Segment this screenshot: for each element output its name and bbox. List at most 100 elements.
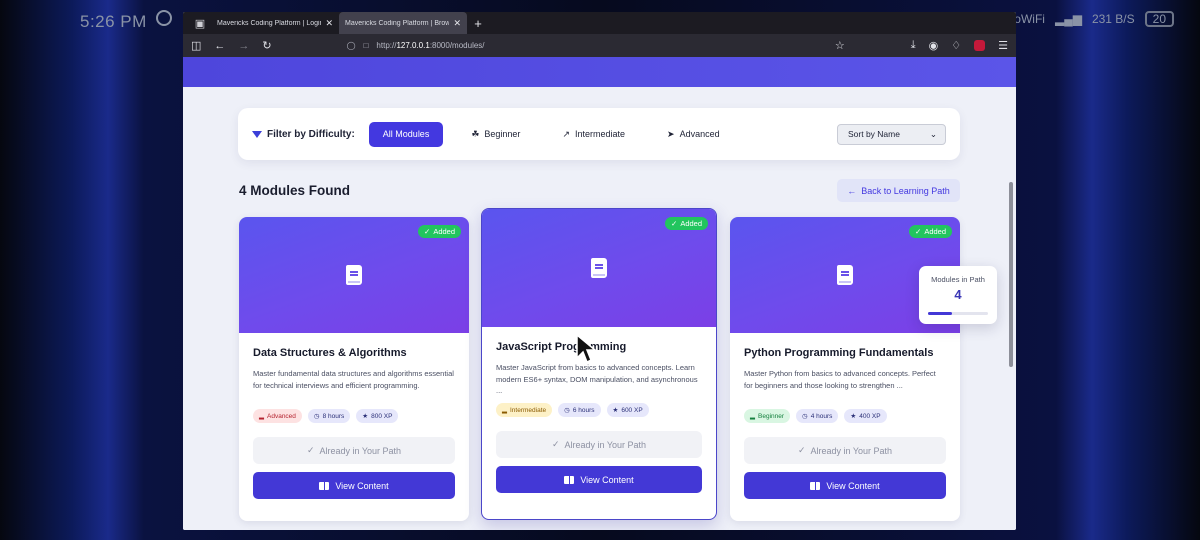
menu-icon[interactable]: ☰ <box>998 39 1008 52</box>
star-icon: ★ <box>612 407 619 414</box>
extensions-icon[interactable]: ♢ <box>951 39 961 52</box>
tag-label: Beginner <box>758 412 785 420</box>
already-in-path-button[interactable]: ✓ Already in Your Path <box>253 437 455 464</box>
tab-browse-modules[interactable]: Mavericks Coding Platform | Browse ✕ <box>339 12 467 34</box>
modules-in-path-widget[interactable]: Modules in Path 4 <box>919 266 997 324</box>
chevron-down-icon: ⌄ <box>929 128 937 139</box>
card-body: JavaScript Programming Master JavaScript… <box>482 327 716 493</box>
url-path: :8000/modules/ <box>429 41 485 50</box>
url-scheme: http:// <box>376 41 397 50</box>
filter-icon <box>252 130 262 138</box>
check-icon: ✓ <box>671 219 678 228</box>
address-bar[interactable]: ◯ □ http://127.0.0.1:8000/modules/ <box>285 41 822 50</box>
module-card-data-structures[interactable]: ✓ Added Data Structures & Algorithms Mast… <box>239 217 469 521</box>
close-icon[interactable]: ✕ <box>325 18 333 29</box>
cta-label: View Content <box>335 480 389 491</box>
filter-intermediate[interactable]: ↗ Intermediate <box>548 122 639 147</box>
rocket-icon: ➤ <box>667 128 675 139</box>
back-to-learning-path-button[interactable]: ← Back to Learning Path <box>837 179 960 202</box>
app-notification-icon <box>156 10 172 26</box>
card-body: Data Structures & Algorithms Master fund… <box>239 333 469 499</box>
module-card-python[interactable]: ✓ Added Python Programming Fundamentals M… <box>730 217 960 521</box>
widget-count: 4 <box>954 287 962 302</box>
difficulty-tag: ▂ Advanced <box>253 409 302 423</box>
browser-window: ▣ Mavericks Coding Platform | Login - ✕ … <box>183 12 1016 530</box>
open-book-icon <box>564 475 575 484</box>
badge-label: Added <box>924 227 946 236</box>
seedling-icon: ☘ <box>471 128 480 139</box>
tab-login[interactable]: Mavericks Coding Platform | Login - ✕ <box>211 12 339 34</box>
cta-label: View Content <box>826 480 880 491</box>
reload-icon[interactable]: ↻ <box>262 39 271 52</box>
badge-label: Added <box>680 219 702 228</box>
view-content-button[interactable]: View Content <box>253 472 455 499</box>
card-body: Python Programming Fundamentals Master P… <box>730 333 960 499</box>
page-scrollbar[interactable] <box>1009 182 1013 367</box>
module-tags: ▂ Beginner ◷ 4 hours ★ 400 XP <box>744 409 946 423</box>
duration-tag: ◷ 6 hours <box>558 403 601 417</box>
sort-select[interactable]: Sort by Name ⌄ <box>837 123 946 145</box>
ublock-icon[interactable] <box>974 40 986 51</box>
check-icon: ✓ <box>551 439 560 449</box>
path-progress-bar <box>928 312 988 315</box>
module-tags: ▂ Advanced ◷ 8 hours ★ 800 XP <box>253 409 455 423</box>
clock-icon: ◷ <box>564 407 570 414</box>
check-icon: ✓ <box>797 445 806 455</box>
difficulty-tag: ▂ Intermediate <box>496 403 553 417</box>
xp-tag: ★ 800 XP <box>356 409 399 423</box>
status-time: 5:26 PM <box>80 12 147 31</box>
open-book-icon <box>810 481 821 490</box>
close-icon[interactable]: ✕ <box>453 18 461 29</box>
url-text[interactable]: http://127.0.0.1:8000/modules/ <box>376 41 484 50</box>
module-title: Python Programming Fundamentals <box>744 347 934 359</box>
bookmark-star-icon[interactable]: ☆ <box>835 39 845 52</box>
signal-icon: ▂ <box>502 407 507 414</box>
added-badge: ✓ Added <box>418 225 461 238</box>
new-tab-button[interactable]: + <box>467 12 489 34</box>
network-speed: 231 B/S <box>1091 12 1135 26</box>
already-in-path-button[interactable]: ✓ Already in Your Path <box>744 437 946 464</box>
url-host: 127.0.0.1 <box>396 41 430 50</box>
modules-count-heading: 4 Modules Found <box>239 183 350 198</box>
account-icon[interactable]: ◉ <box>929 39 939 52</box>
back-icon[interactable]: ← <box>214 40 225 52</box>
open-book-icon <box>319 481 330 490</box>
page-content: Filter by Difficulty: All Modules ☘ Begi… <box>183 57 1016 530</box>
sort-value: Sort by Name <box>848 129 900 139</box>
path-progress-fill <box>928 312 952 315</box>
difficulty-filter-bar: Filter by Difficulty: All Modules ☘ Begi… <box>238 108 960 160</box>
duration-tag: ◷ 4 hours <box>796 409 839 423</box>
module-description: Master Python from basics to advanced co… <box>744 369 936 390</box>
tab-groups-icon[interactable]: ▣ <box>189 12 211 34</box>
badge-label: Added <box>433 227 455 236</box>
view-content-button[interactable]: View Content <box>744 472 946 499</box>
header-band <box>183 57 1016 87</box>
widget-label: Modules in Path <box>931 275 985 284</box>
module-title: Data Structures & Algorithms <box>253 347 407 359</box>
forward-icon[interactable]: → <box>238 40 249 52</box>
path-status-label: Already in Your Path <box>810 445 893 456</box>
shield-icon[interactable]: ◯ <box>347 41 356 50</box>
view-content-button[interactable]: View Content <box>496 466 702 493</box>
navigation-toolbar: ◫ ← → ↻ ◯ □ http://127.0.0.1:8000/module… <box>183 34 1016 57</box>
downloads-icon[interactable]: ⤓ <box>911 39 916 52</box>
signal-icon: ▂ <box>750 413 755 420</box>
clock-icon: ◷ <box>802 413 808 420</box>
card-banner: ✓ Added <box>482 209 716 327</box>
tag-label: 4 hours <box>810 412 833 420</box>
tag-label: 600 XP <box>621 406 643 414</box>
tag-label: 6 hours <box>572 406 595 414</box>
sidebar-icon[interactable]: ◫ <box>191 39 201 52</box>
added-badge: ✓ Added <box>665 217 708 230</box>
filter-advanced[interactable]: ➤ Advanced <box>653 122 734 147</box>
filter-all-modules[interactable]: All Modules <box>368 121 444 147</box>
already-in-path-button[interactable]: ✓ Already in Your Path <box>496 431 702 458</box>
book-icon <box>591 258 607 278</box>
path-status-label: Already in Your Path <box>564 439 647 450</box>
module-card-javascript[interactable]: ✓ Added JavaScript Programming Master Jav… <box>481 208 717 520</box>
check-icon: ✓ <box>915 227 922 236</box>
chart-line-icon: ↗ <box>562 128 570 139</box>
filter-beginner[interactable]: ☘ Beginner <box>457 122 534 147</box>
module-tags: ▂ Intermediate ◷ 6 hours ★ 600 XP <box>496 403 702 417</box>
chip-label: Beginner <box>484 129 521 139</box>
